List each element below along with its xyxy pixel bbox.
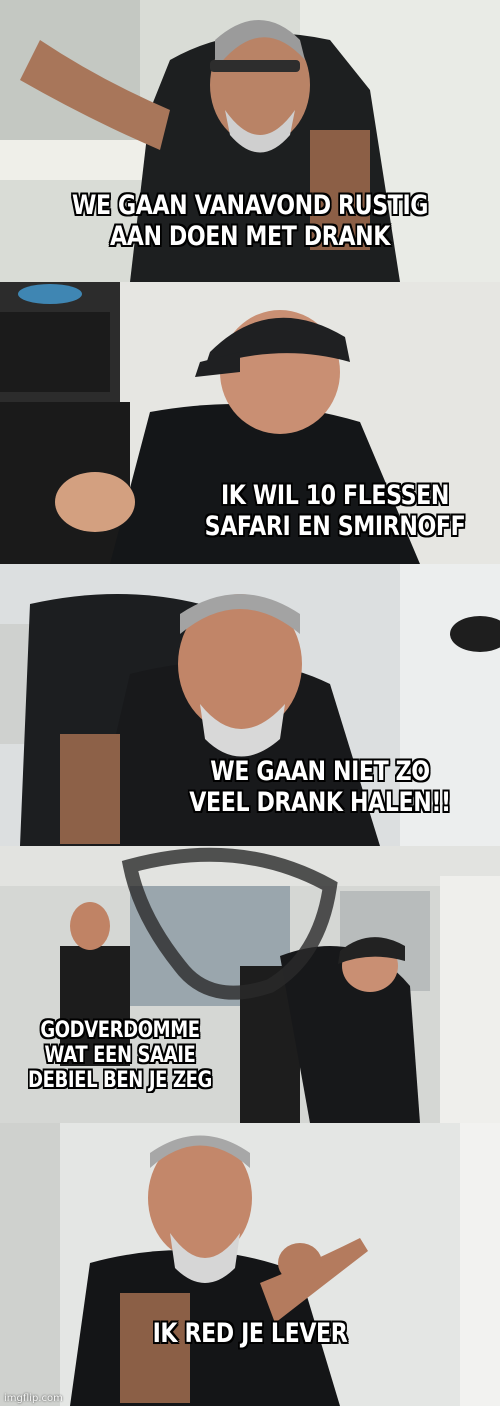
meme-image: WE GAAN VANAVOND RUSTIG AAN DOEN MET DRA…	[0, 0, 500, 1406]
panel-1-caption: WE GAAN VANAVOND RUSTIG AAN DOEN MET DRA…	[71, 190, 429, 252]
panel-3-caption: WE GAAN NIET ZO VEEL DRANK HALEN!!	[189, 756, 451, 818]
panel-5-caption: IK RED JE LEVER	[152, 1318, 348, 1349]
panel-2-caption: IK WIL 10 FLESSEN SAFARI EN SMIRNOFF	[204, 480, 466, 542]
panel-4-caption: GODVERDOMME WAT EEN SAAIE DEBIEL BEN JE …	[28, 1018, 212, 1093]
panel-5-illustration	[0, 1123, 500, 1406]
panel-4: GODVERDOMME WAT EEN SAAIE DEBIEL BEN JE …	[0, 846, 500, 1123]
panel-2: IK WIL 10 FLESSEN SAFARI EN SMIRNOFF	[0, 282, 500, 564]
panel-5: IK RED JE LEVER imgflip.com	[0, 1123, 500, 1406]
panel-3: WE GAAN NIET ZO VEEL DRANK HALEN!!	[0, 564, 500, 846]
panel-1: WE GAAN VANAVOND RUSTIG AAN DOEN MET DRA…	[0, 0, 500, 282]
watermark: imgflip.com	[4, 1393, 63, 1404]
